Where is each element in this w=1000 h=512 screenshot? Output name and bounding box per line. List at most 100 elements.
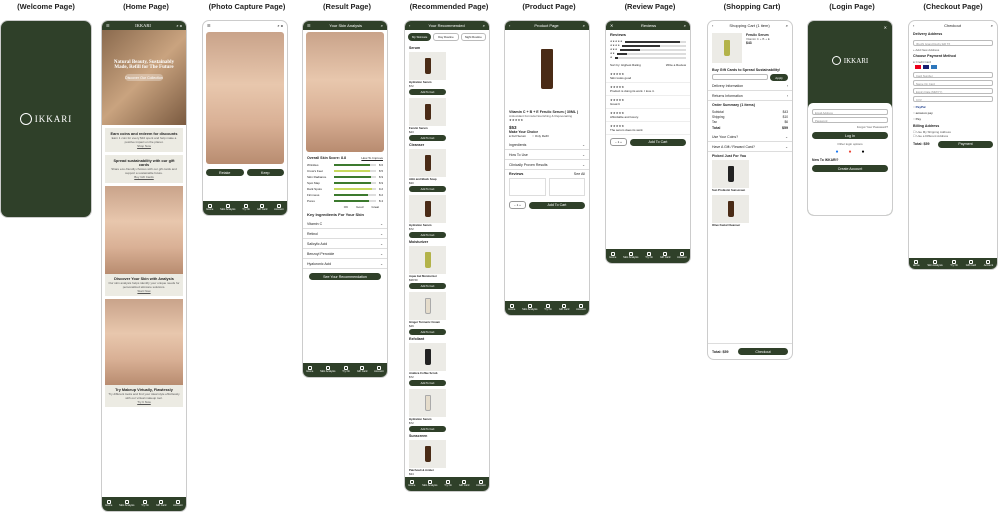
picked-product[interactable]: Olive Facial Cleanser <box>712 195 749 227</box>
nav-account[interactable]: Account <box>274 204 284 212</box>
nav-home[interactable]: Home <box>508 304 515 312</box>
nav-skin[interactable]: Skin Analysis <box>320 366 335 374</box>
menu-icon[interactable]: ☰ <box>106 23 110 28</box>
nav-tryon[interactable]: Try On <box>242 204 250 212</box>
nav-tryon[interactable]: Try On <box>950 259 958 268</box>
nav-account[interactable]: Account <box>173 500 183 508</box>
add-to-cart-button[interactable]: Add To Cart <box>409 283 446 289</box>
write-review-link[interactable]: Write a Review <box>666 63 686 67</box>
nav-gift[interactable]: Gift Card <box>559 304 569 312</box>
menu-icon[interactable]: ☰ <box>307 23 311 28</box>
picked-product[interactable]: Sun Probiotic Sunscreen <box>712 160 749 192</box>
add-to-cart-button[interactable]: Add To Cart <box>409 89 446 95</box>
nav-skin[interactable]: Skin Analysis <box>522 304 537 312</box>
search-icon[interactable]: ⌕ <box>483 23 485 28</box>
ingredient-row[interactable]: Retinol ⌄ <box>303 229 387 239</box>
nav-tryon[interactable]: Try On <box>141 500 149 508</box>
product-card[interactable]: Aqua Gel Moisturizer $38.50 Add To Cart <box>409 246 446 289</box>
retake-button[interactable]: Retake <box>206 169 244 176</box>
nav-home[interactable]: Home <box>609 252 616 260</box>
facebook-icon[interactable]: ● <box>835 149 838 155</box>
gift-code-input[interactable] <box>712 74 768 80</box>
address-select[interactable]: IKLAN Grand Duchy ER TX <box>913 40 993 46</box>
how-to-improve-link[interactable]: How To Improve <box>361 156 383 160</box>
search-icon[interactable]: ⌕ <box>786 23 788 28</box>
nav-skin[interactable]: Skin Analysis <box>119 500 134 508</box>
password-field[interactable]: Password <box>812 117 888 123</box>
nav-tryon[interactable]: Try On <box>342 366 350 374</box>
menu-icon[interactable]: ☰ <box>207 23 211 28</box>
nav-gift[interactable]: Gift Card <box>459 480 469 488</box>
nav-skin[interactable]: Skin Analysis <box>422 480 437 488</box>
add-to-cart-button[interactable]: Add To Cart <box>409 186 446 192</box>
nav-home[interactable]: Home <box>105 500 112 508</box>
ingredient-row[interactable]: Benzoyl Peroxide ⌄ <box>303 249 387 259</box>
add-to-cart-button[interactable]: Add To Cart <box>409 232 446 238</box>
add-to-cart-button[interactable]: Add To Cart <box>409 135 446 141</box>
nav-home[interactable]: Home <box>913 259 920 268</box>
nav-home[interactable]: Home <box>408 480 415 488</box>
ingredient-row[interactable]: Hyaluronic Acid ⌄ <box>303 259 387 269</box>
search-icon[interactable]: ⌕ <box>381 23 383 28</box>
nav-skin[interactable]: Skin Analysis <box>220 204 235 212</box>
add-to-cart-button[interactable]: Add To Cart <box>409 329 446 335</box>
checkout-button[interactable]: Checkout <box>738 348 788 355</box>
option-refill[interactable]: ○ Only Refill <box>532 134 548 138</box>
returns-info-row[interactable]: Returns Information › <box>708 91 792 101</box>
search-icon[interactable]: ⌕ <box>583 23 585 28</box>
nav-account[interactable]: Account <box>476 480 486 488</box>
email-field[interactable]: Email Address <box>812 109 888 115</box>
quantity-stepper[interactable]: − 1 + <box>610 138 627 146</box>
nav-account[interactable]: Account <box>576 304 586 312</box>
nav-tryon[interactable]: Try On <box>645 252 653 260</box>
product-card[interactable]: Ginger Turmeric Cream $49 Add To Cart <box>409 292 446 335</box>
row-ingredients[interactable]: Ingredients ⌄ <box>505 140 589 150</box>
see-all-link[interactable]: See All <box>574 172 585 176</box>
nav-skin[interactable]: Skin Analysis <box>927 259 943 268</box>
nav-account[interactable]: Account <box>374 366 384 374</box>
see-recommendation-button[interactable]: See Your Recommendation <box>309 273 381 280</box>
create-account-button[interactable]: Create Account <box>812 165 888 172</box>
quantity-stepper[interactable]: − 1 + <box>509 201 526 209</box>
nav-gift[interactable]: Gift Card <box>257 204 267 212</box>
tab-day-routine[interactable]: Day Routine <box>433 33 459 41</box>
back-icon[interactable]: ‹ <box>913 23 914 28</box>
nav-gift[interactable]: Gift Card <box>660 252 670 260</box>
nav-account[interactable]: Account <box>984 259 993 268</box>
back-icon[interactable]: ‹ <box>409 23 410 28</box>
search-icon[interactable]: ⌕ <box>991 23 993 28</box>
login-button[interactable]: Log In <box>812 132 888 139</box>
add-to-cart-button[interactable]: Add To Cart <box>528 201 585 209</box>
nav-gift[interactable]: Gift Card <box>357 366 367 374</box>
search-icon[interactable]: ⌕ <box>684 23 686 28</box>
nav-gift[interactable]: Gift Card <box>156 500 166 508</box>
add-to-cart-button[interactable]: Add To Cart <box>409 426 446 432</box>
row-how-to-use[interactable]: How To Use ⌄ <box>505 150 589 160</box>
apple-icon[interactable]: ● <box>862 149 865 155</box>
tab-my-skincare[interactable]: My Skincare <box>408 33 432 41</box>
product-card[interactable]: Ferulic Serum $43 Add To Cart <box>409 98 446 141</box>
forgot-link[interactable]: Forgot Your Password? <box>808 125 892 129</box>
nav-tryon[interactable]: Try On <box>544 304 552 312</box>
google-icon[interactable]: ● <box>848 149 851 155</box>
add-to-cart-button[interactable]: Add To Cart <box>409 380 446 386</box>
tab-night-routine[interactable]: Night Routine <box>460 33 486 41</box>
nav-home[interactable]: Home <box>306 366 313 374</box>
close-icon[interactable]: ✕ <box>610 23 613 28</box>
row-clinical[interactable]: Clinically Proven Results ⌄ <box>505 160 589 170</box>
nav-tryon[interactable]: Try On <box>444 480 452 488</box>
name-on-card-field[interactable]: Name On Card <box>913 79 993 86</box>
search-icon[interactable]: ⌕ ◻ <box>277 23 283 28</box>
search-icon[interactable]: ⌕ ◻ <box>176 23 182 28</box>
nav-home[interactable]: Home <box>206 204 213 212</box>
close-icon[interactable]: ✕ <box>808 21 892 34</box>
sort-dropdown[interactable]: Sort by: Highest Rating <box>610 63 641 67</box>
back-icon[interactable]: ‹ <box>712 23 713 28</box>
hero-button[interactable]: Discover Our Collection <box>125 74 163 81</box>
gift-link[interactable]: Buy Gift Cards <box>109 175 179 179</box>
product-card[interactable]: Hydration Serum $72 Add To Cart <box>409 52 446 95</box>
nav-gift[interactable]: Gift Card <box>966 259 976 268</box>
coins-row[interactable]: Use Your Coins? ⌄ <box>708 132 792 142</box>
back-icon[interactable]: ‹ <box>509 23 510 28</box>
nav-skin[interactable]: Skin Analysis <box>623 252 638 260</box>
